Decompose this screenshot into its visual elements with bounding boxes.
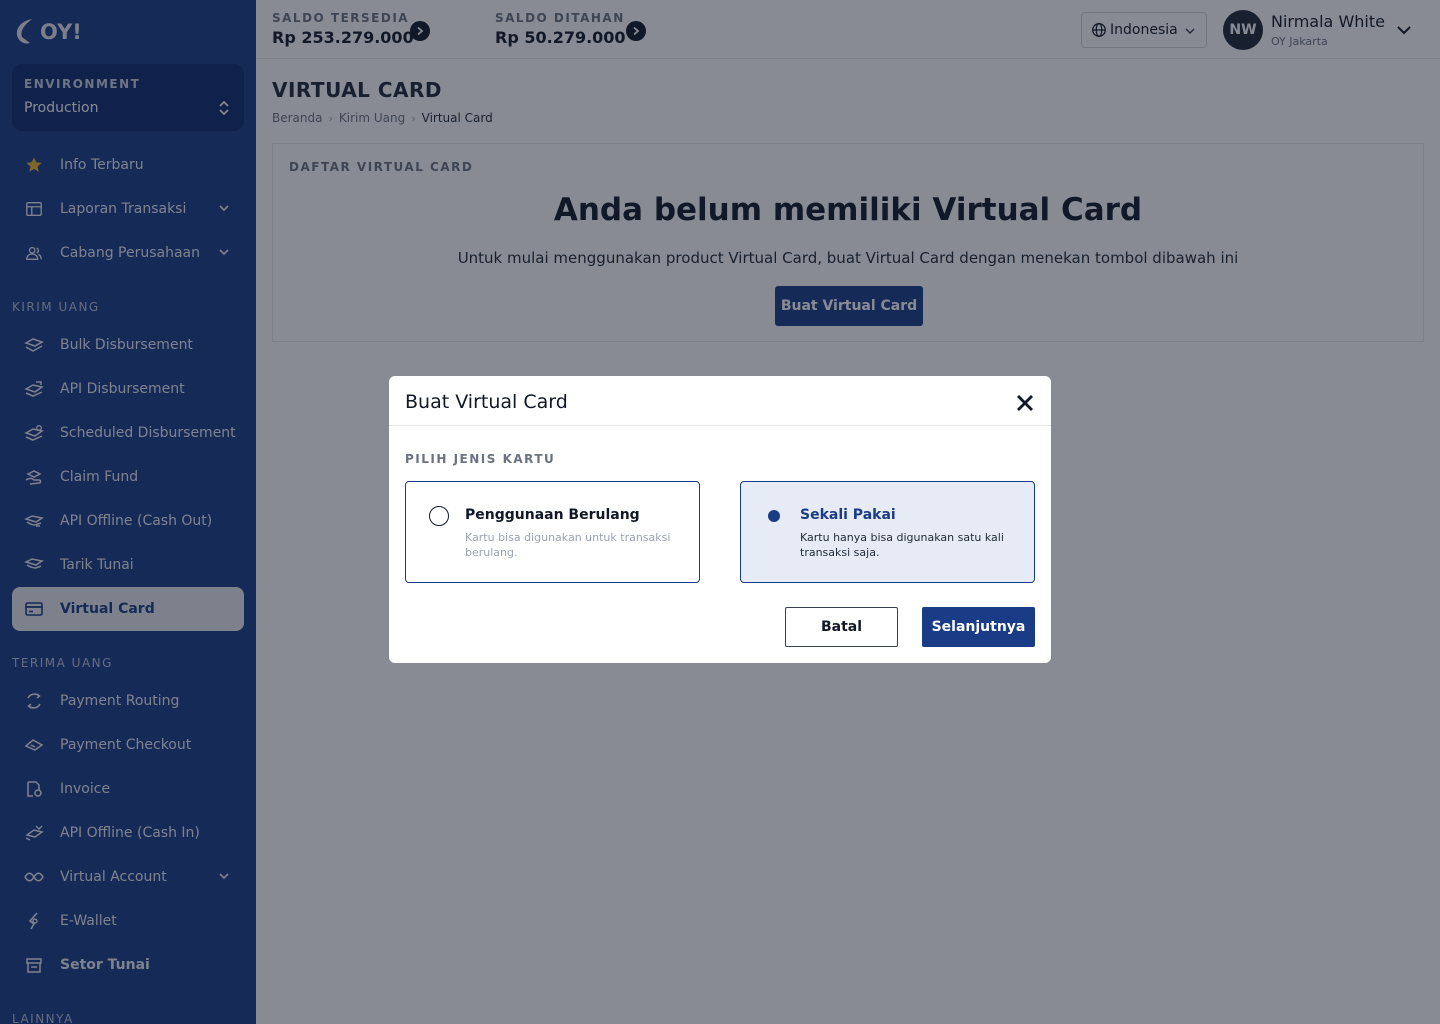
- option-description: Kartu hanya bisa digunakan satu kali tra…: [800, 531, 1004, 559]
- modal-title: Buat Virtual Card: [405, 391, 568, 413]
- close-icon[interactable]: [1015, 393, 1035, 413]
- option-title: Sekali Pakai: [800, 507, 896, 523]
- card-type-option-single-use[interactable]: Sekali Pakai Kartu hanya bisa digunakan …: [740, 481, 1035, 583]
- modal-header: Buat Virtual Card: [389, 376, 1051, 426]
- cancel-button[interactable]: Batal: [785, 607, 898, 647]
- card-type-option-recurring[interactable]: Penggunaan Berulang Kartu bisa digunakan…: [405, 481, 700, 583]
- radio-button[interactable]: [429, 506, 449, 526]
- create-virtual-card-modal: Buat Virtual Card PILIH JENIS KARTU Peng…: [389, 376, 1051, 663]
- card-type-section-label: PILIH JENIS KARTU: [405, 452, 556, 466]
- next-button[interactable]: Selanjutnya: [922, 607, 1035, 647]
- radio-button-selected[interactable]: [768, 510, 780, 522]
- option-description: Kartu bisa digunakan untuk transaksi ber…: [465, 531, 671, 559]
- option-title: Penggunaan Berulang: [465, 507, 640, 523]
